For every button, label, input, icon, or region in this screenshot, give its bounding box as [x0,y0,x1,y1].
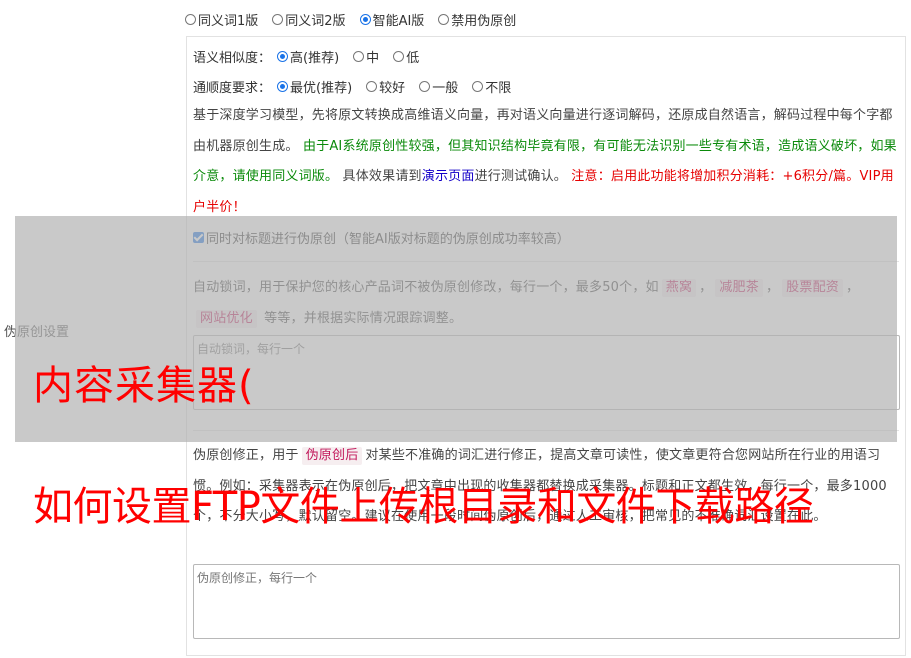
ai-desc-text-3: 进行测试确认。 [474,169,572,184]
settings-panel: 语义相似度： 高(推荐) 中 低 通顺度要求： 最优(推荐) 较好 一般 不限 基于深度学… [186,36,906,656]
mode-option-label: 同义词1版 [198,13,259,29]
example-tag: 网站优化 [196,309,257,328]
correction-tag: 伪原创后 [301,447,363,465]
similarity-option-label: 低 [406,51,420,66]
rewrite-mode-group: 同义词1版 同义词2版 智能AI版 禁用伪原创 [185,9,530,29]
fluency-label: 通顺度要求： [193,81,272,96]
fluency-row: 通顺度要求： 最优(推荐) 较好 一般 不限 [193,77,525,96]
fluency-option-label: 最优(推荐) [290,81,353,96]
radio-icon[interactable] [393,51,405,62]
fluency-option-3[interactable]: 不限 [472,77,511,96]
fluency-option-label: 不限 [485,81,512,96]
mode-option-label: 智能AI版 [372,13,425,29]
mode-option-label: 禁用伪原创 [451,13,517,29]
watermark-title: 内容采集器( [33,363,255,409]
watermark-subtitle: 如何设置FTP文件上传根目录和文件下载路径 [33,484,814,530]
radio-icon[interactable] [185,13,196,25]
fluency-option-label: 较好 [379,81,406,96]
similarity-option-label: 中 [366,51,380,66]
fluency-option-label: 一般 [432,81,459,96]
similarity-option-0[interactable]: 高(推荐) [277,47,339,66]
similarity-option-1[interactable]: 中 [353,47,379,66]
fluency-option-0[interactable]: 最优(推荐) [277,77,352,96]
similarity-option-label: 高(推荐) [290,51,340,66]
similarity-option-2[interactable]: 低 [393,47,419,66]
fluency-option-2[interactable]: 一般 [419,77,458,96]
title-rewrite-checkbox[interactable] [193,232,204,243]
example-tag: 减肥茶 [715,279,763,297]
radio-icon[interactable] [438,13,450,25]
divider [193,430,899,431]
mode-option-1[interactable]: 同义词2版 [272,10,346,29]
fluency-option-1[interactable]: 较好 [366,77,405,96]
radio-icon[interactable] [366,81,378,92]
example-tag: 股票配资 [782,279,843,297]
title-rewrite-label: 同时对标题进行伪原创（智能AI版对标题的伪原创成功率较高） [206,232,570,247]
section-label: 伪原创设置 [4,325,70,340]
lock-words-intro: 自动锁词，用于保护您的核心产品词不被伪原创修改，每行一个，最多50个，如 [193,280,659,295]
radio-icon[interactable] [359,13,371,25]
similarity-label: 语义相似度： [193,51,272,66]
example-tag: 燕窝 [661,279,697,297]
lock-words-description: 自动锁词，用于保护您的核心产品词不被伪原创修改，每行一个，最多50个，如 燕窝，减… [193,273,901,334]
demo-page-link[interactable]: 演示页面 [422,169,475,184]
similarity-row: 语义相似度： 高(推荐) 中 低 [193,47,433,66]
separator: ， [845,280,860,295]
radio-icon[interactable] [472,81,484,92]
radio-icon[interactable] [419,81,431,92]
mode-option-0[interactable]: 同义词1版 [185,10,258,29]
similarity-options: 高(推荐) 中 低 [277,47,433,66]
radio-icon[interactable] [272,13,284,25]
radio-icon[interactable] [353,51,365,62]
title-rewrite-row[interactable]: 同时对标题进行伪原创（智能AI版对标题的伪原创成功率较高） [193,228,570,247]
mode-option-2[interactable]: 智能AI版 [359,10,425,29]
mode-option-label: 同义词2版 [285,13,346,29]
ai-desc-text-2: 具体效果请到 [338,169,422,184]
radio-icon[interactable] [277,51,289,62]
correction-intro: 伪原创修正，用于 [193,448,299,463]
lock-words-textarea[interactable]: 自动锁词，每行一个 [193,335,900,410]
fluency-options: 最优(推荐) 较好 一般 不限 [277,77,525,96]
correction-textarea[interactable]: 伪原创修正，每行一个 [193,564,900,639]
lock-words-outro: 等等，并根据实际情况跟踪调整。 [259,310,463,326]
mode-option-3[interactable]: 禁用伪原创 [438,10,516,29]
separator: ， [765,280,780,295]
divider [193,261,899,262]
ai-description: 基于深度学习模型，先将原文转换成高维语义向量，再对语义向量进行逐词解码，还原成自… [193,101,901,223]
separator: ， [699,280,713,295]
radio-icon[interactable] [277,81,289,92]
